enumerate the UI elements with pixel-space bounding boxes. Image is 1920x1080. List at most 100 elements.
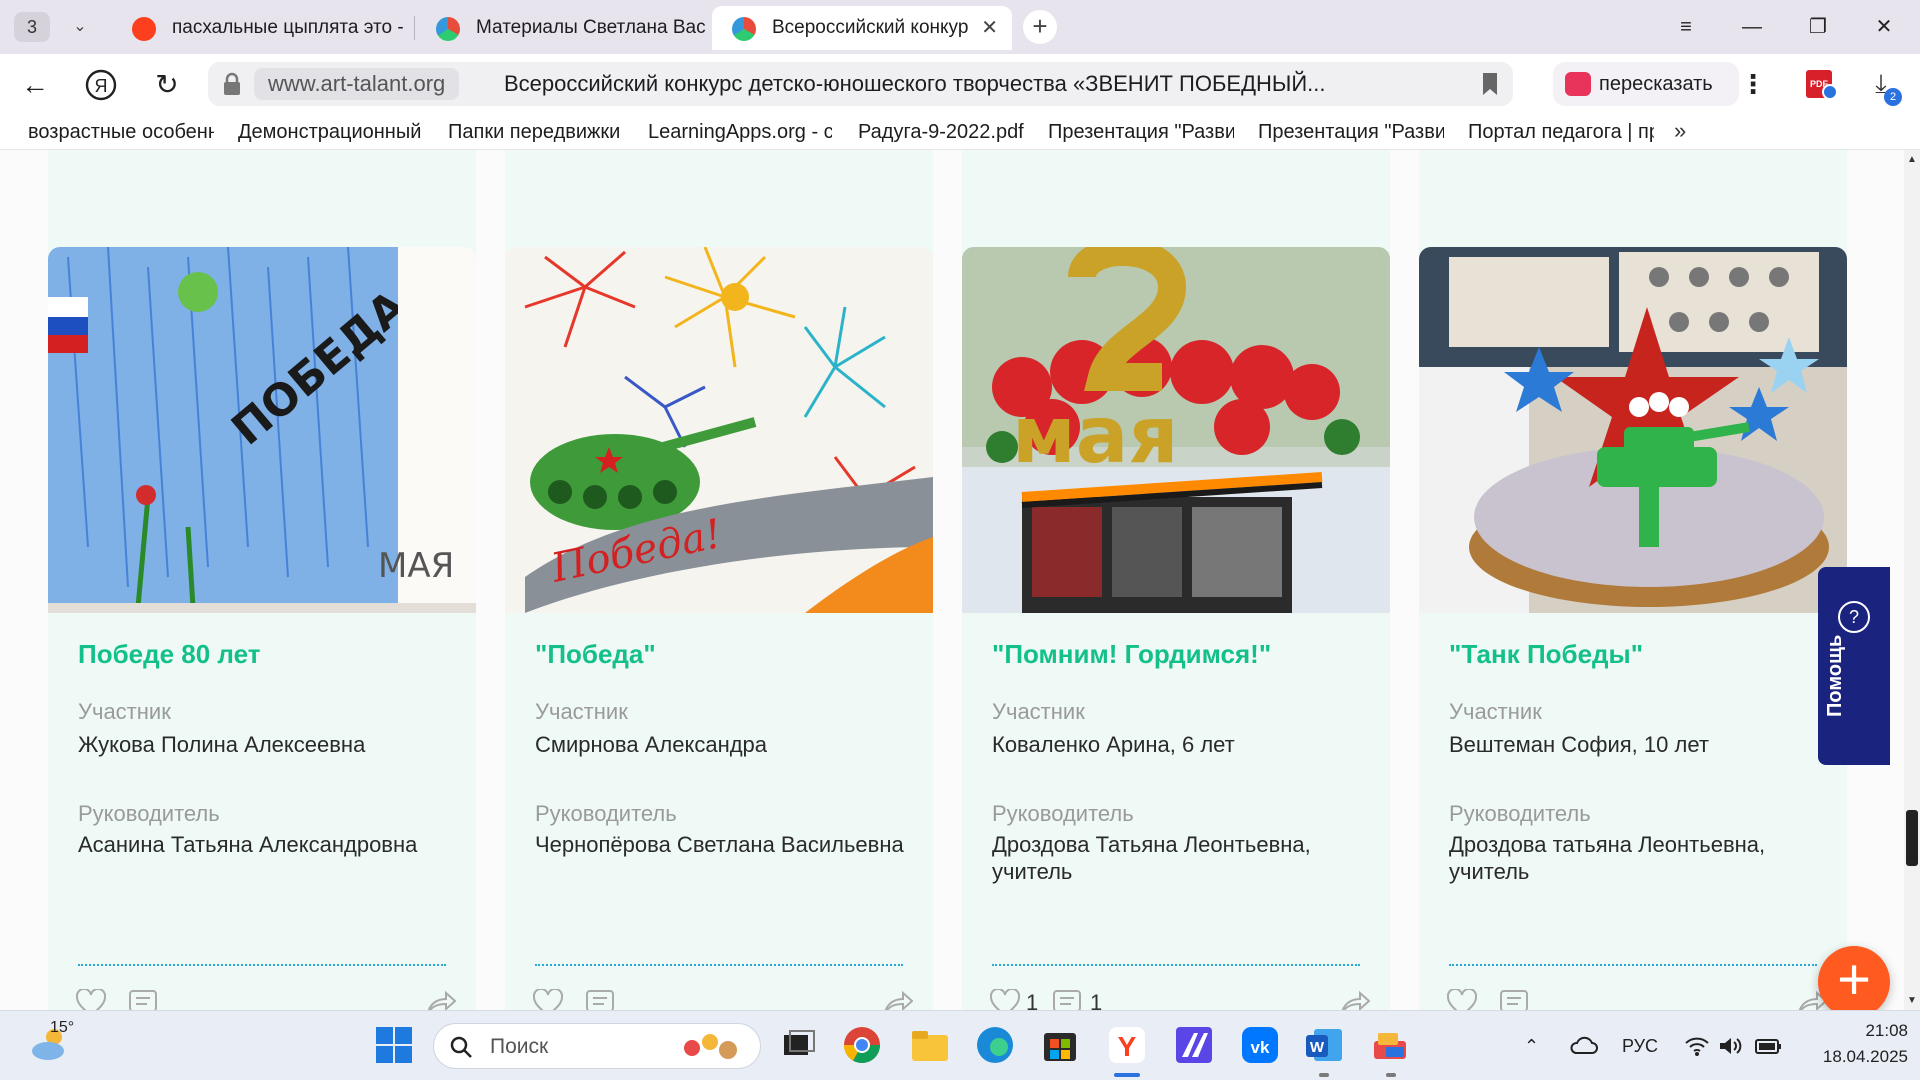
yandex-logo-icon[interactable]: Я (82, 66, 120, 104)
active-app-indicator (1114, 1073, 1140, 1077)
tab-contest[interactable]: Всероссийский конкур ✕ (712, 6, 1012, 50)
artwork-photo[interactable]: Победа! (505, 247, 933, 613)
new-tab-button[interactable]: + (1023, 10, 1057, 44)
supervisor-label: Руководитель (992, 801, 1134, 826)
participant-label: Участник (78, 699, 171, 724)
artwork-photo[interactable]: ПОБЕДА МАЯ (48, 247, 476, 613)
comment-icon[interactable] (1499, 989, 1529, 1010)
participant-name: Смирнова Александра (535, 732, 768, 757)
word-icon[interactable]: W (1304, 1025, 1344, 1065)
retell-button[interactable]: пересказать (1553, 62, 1739, 106)
windows-start-icon[interactable] (374, 1025, 414, 1065)
card-title[interactable]: "Танк Победы" (1449, 639, 1643, 670)
heart-icon[interactable] (1447, 989, 1477, 1010)
card-actions (1447, 989, 1827, 1010)
tab-counter[interactable]: 3 (14, 12, 50, 42)
restore-button[interactable]: ❐ (1798, 10, 1838, 44)
bookmark-item[interactable]: возрастные особенн (28, 114, 214, 150)
address-bar[interactable]: www.art-talant.org Всероссийский конкурс… (208, 62, 1513, 106)
clock-time[interactable]: 21:08 (1838, 1021, 1908, 1041)
comments-count: 1 (1090, 990, 1103, 1010)
comment-icon[interactable] (128, 989, 158, 1010)
artwork-card[interactable]: "Танк Победы" Участник Вештеман София, 1… (1419, 247, 1847, 1010)
supervisor-label: Руководитель (1449, 801, 1591, 826)
heart-icon[interactable] (76, 989, 106, 1010)
scroll-thumb[interactable] (1906, 810, 1918, 866)
share-icon[interactable] (883, 989, 913, 1010)
page-scrollbar[interactable]: ▲ ▼ (1904, 150, 1920, 1010)
add-button[interactable]: + (1818, 946, 1890, 1018)
svg-text:Y: Y (1118, 1031, 1137, 1062)
artwork-card[interactable]: Победа! "Победа" Участник Смирнова Алекс… (505, 247, 933, 1010)
site-favicon-icon (732, 17, 756, 41)
app-icon[interactable] (1174, 1025, 1214, 1065)
language-indicator[interactable]: РУС (1622, 1011, 1658, 1080)
comment-icon[interactable] (1052, 989, 1082, 1010)
bookmark-icon[interactable] (1481, 72, 1499, 96)
page-title: Всероссийский конкурс детско-юношеского … (504, 71, 1326, 96)
supervisor-label: Руководитель (78, 801, 220, 826)
task-view-icon[interactable] (778, 1025, 818, 1065)
artwork-card[interactable]: ПОБЕДА МАЯ Победе 80 лет Участник Жукова… (48, 247, 476, 1010)
url-domain[interactable]: www.art-talant.org (254, 68, 460, 100)
participant-name: Коваленко Арина, 6 лет (992, 732, 1235, 757)
tab-easter-chicks[interactable]: пасхальные цыплята это - (112, 6, 412, 50)
chevron-down-icon[interactable]: ⌄ (62, 12, 98, 42)
battery-icon[interactable] (1754, 1035, 1782, 1057)
comment-icon[interactable] (585, 989, 615, 1010)
scroll-up-icon[interactable]: ▲ (1907, 154, 1917, 165)
svg-text:Я: Я (95, 76, 108, 96)
bookmark-item[interactable]: Папки передвижки (448, 114, 638, 150)
divider (535, 964, 903, 966)
bookmarks-overflow-icon[interactable]: » (1674, 114, 1686, 148)
menu-icon[interactable]: ≡ (1666, 10, 1706, 44)
chrome-icon[interactable] (842, 1025, 882, 1065)
volume-icon[interactable] (1718, 1035, 1744, 1057)
artwork-photo[interactable] (1419, 247, 1847, 613)
vk-icon[interactable]: vk (1240, 1025, 1280, 1065)
back-arrow-icon[interactable]: ← (16, 66, 54, 104)
taskbar-search[interactable]: Поиск (433, 1023, 761, 1069)
edge-icon[interactable] (975, 1025, 1015, 1065)
reload-icon[interactable]: ↻ (148, 66, 186, 104)
bookmark-item[interactable]: Презентация "Разви (1258, 114, 1444, 150)
navigation-bar: ← Я ↻ www.art-talant.org Всероссийский к… (0, 54, 1920, 114)
minimize-button[interactable]: — (1732, 10, 1772, 44)
yandex-browser-icon[interactable]: Y (1107, 1025, 1147, 1065)
likes-count: 1 (1026, 990, 1039, 1010)
tab-label: Материалы Светлана Вас (476, 17, 706, 38)
scroll-down-icon[interactable]: ▼ (1907, 995, 1917, 1006)
bookmark-item[interactable]: Радуга-9-2022.pdf (858, 114, 1028, 150)
bookmark-item[interactable]: Портал педагога | пр (1468, 114, 1654, 150)
artwork-photo[interactable]: мая (962, 247, 1390, 613)
share-icon[interactable] (1340, 989, 1370, 1010)
paint-app-icon[interactable] (1370, 1025, 1410, 1065)
running-app-indicator (1319, 1073, 1329, 1077)
participant-label: Участник (535, 699, 628, 724)
bookmark-item[interactable]: Презентация "Разви (1048, 114, 1234, 150)
heart-icon[interactable] (990, 989, 1020, 1010)
bookmark-item[interactable]: Демонстрационный (238, 114, 424, 150)
tab-materials[interactable]: Материалы Светлана Вас (416, 6, 706, 50)
search-highlight-icon (684, 1034, 737, 1059)
more-options-icon[interactable]: ⋮ (1738, 62, 1768, 106)
onedrive-cloud-icon[interactable] (1570, 1035, 1598, 1055)
file-explorer-icon[interactable] (910, 1025, 950, 1065)
share-icon[interactable] (426, 989, 456, 1010)
heart-icon[interactable] (533, 989, 563, 1010)
card-title[interactable]: "Победа" (535, 639, 656, 670)
artwork-card[interactable]: мая "Помним! Гордимся!" Участник Ковален… (962, 247, 1390, 1010)
tab-label: пасхальные цыплята это - (172, 17, 404, 38)
card-title[interactable]: Победе 80 лет (78, 639, 260, 670)
card-title[interactable]: "Помним! Гордимся!" (992, 639, 1271, 670)
help-button[interactable]: ? Помощь (1818, 567, 1890, 765)
close-icon[interactable]: ✕ (981, 6, 998, 50)
clock-date[interactable]: 18.04.2025 (1800, 1047, 1908, 1067)
bookmark-item[interactable]: LearningApps.org - с (648, 114, 832, 150)
search-placeholder: Поиск (490, 1035, 549, 1058)
wifi-icon[interactable] (1684, 1035, 1710, 1057)
close-window-button[interactable]: ✕ (1864, 10, 1904, 44)
chevron-up-icon[interactable]: ⌃ (1524, 1011, 1539, 1080)
check-badge-icon (1822, 84, 1838, 100)
store-icon[interactable] (1040, 1025, 1080, 1065)
